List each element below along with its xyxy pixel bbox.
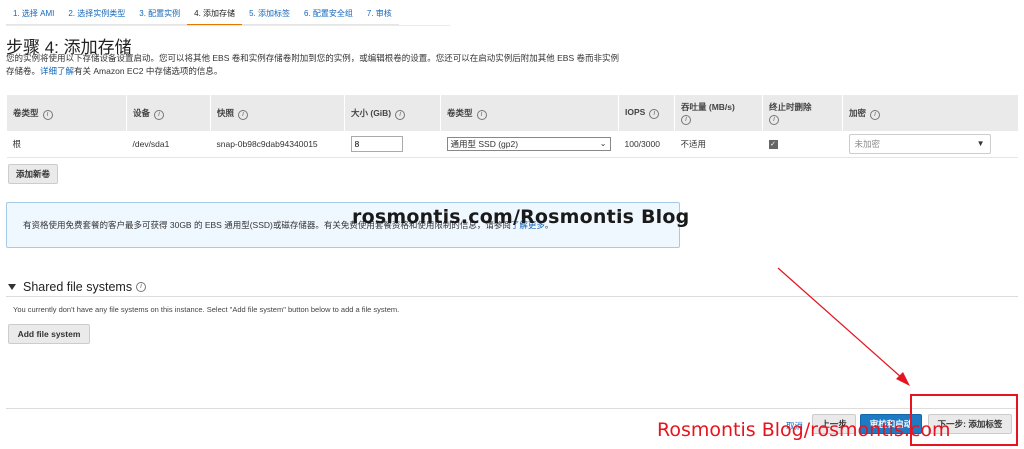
- header-device: 设备 i: [126, 95, 211, 131]
- watermark-bottom: Rosmontis Blog/rosmontis.com: [657, 419, 951, 441]
- shared-fs-header[interactable]: Shared file systems i: [8, 280, 147, 294]
- cell-ebs-type: 通用型 SSD (gp2) ⌄: [440, 131, 619, 158]
- wizard-steps: 1. 选择 AMI 2. 选择实例类型 3. 配置实例 4. 添加存储 5. 添…: [6, 4, 399, 26]
- size-input[interactable]: [350, 135, 403, 152]
- ebs-type-value: 通用型 SSD (gp2): [450, 138, 519, 149]
- header-iops: IOPS i: [618, 95, 675, 131]
- shared-fs-message: You currently don't have any file system…: [13, 305, 400, 314]
- header-size: 大小 (GiB) i: [344, 95, 441, 131]
- info-icon[interactable]: i: [870, 109, 881, 120]
- info-icon[interactable]: i: [681, 115, 691, 125]
- header-throughput: 吞吐量 (MB/s) i: [674, 95, 763, 131]
- info-icon[interactable]: i: [395, 109, 406, 120]
- shared-fs-title: Shared file systems: [23, 280, 133, 294]
- cell-device: /dev/sda1: [126, 131, 211, 158]
- learn-more-link[interactable]: 详细了解: [40, 66, 74, 76]
- cell-volume-type: 根: [6, 131, 127, 158]
- header-delete-on-termination: 终止时删除 i: [762, 95, 843, 131]
- description-line1: 您的实例将使用以下存储设备设置启动。您可以将其他 EBS 卷和实例存储卷附加到您…: [6, 53, 619, 63]
- info-icon[interactable]: i: [238, 109, 249, 120]
- table-header-row: 卷类型 i 设备 i 快照 i 大小 (GiB) i 卷类型 i IOPS i 吞吐量 (M…: [6, 95, 1018, 131]
- step-review[interactable]: 7. 审核: [359, 4, 399, 26]
- step-choose-ami[interactable]: 1. 选择 AMI: [6, 4, 62, 26]
- header-snapshot: 快照 i: [210, 95, 345, 131]
- info-icon[interactable]: i: [42, 109, 53, 120]
- step-add-storage[interactable]: 4. 添加存储: [187, 4, 243, 26]
- cell-snapshot: snap-0b98c9dab94340015: [210, 131, 345, 158]
- add-file-system-button[interactable]: Add file system: [8, 324, 90, 344]
- shared-fs-divider: [6, 296, 1018, 297]
- encryption-select[interactable]: 未加密 ▼: [848, 133, 991, 154]
- header-volume-type: 卷类型 i: [6, 95, 127, 131]
- storage-table: 卷类型 i 设备 i 快照 i 大小 (GiB) i 卷类型 i IOPS i 吞吐量 (M…: [6, 95, 1018, 158]
- collapse-triangle-icon: [8, 284, 16, 290]
- page-description: 您的实例将使用以下存储设备设置启动。您可以将其他 EBS 卷和实例存储卷附加到您…: [6, 52, 696, 78]
- add-volume-button[interactable]: 添加新卷: [8, 164, 58, 184]
- description-line2-prefix: 存储卷。: [6, 66, 41, 76]
- description-line2-suffix: 有关 Amazon EC2 中存储选项的信息。: [74, 66, 223, 76]
- step-choose-instance-type[interactable]: 2. 选择实例类型: [61, 4, 133, 26]
- cell-throughput: 不适用: [674, 131, 763, 158]
- cell-iops: 100/3000: [618, 131, 675, 158]
- cell-encryption: 未加密 ▼: [842, 131, 1018, 158]
- chevron-down-icon: ⌄: [599, 139, 607, 149]
- info-icon[interactable]: i: [476, 109, 487, 120]
- table-row: 根 /dev/sda1 snap-0b98c9dab94340015 通用型 S…: [6, 131, 1018, 158]
- encryption-value: 未加密: [854, 138, 881, 149]
- steps-divider: [6, 25, 450, 26]
- header-ebs-type: 卷类型 i: [440, 95, 619, 131]
- delete-on-termination-checkbox[interactable]: ✓: [768, 140, 778, 150]
- info-icon[interactable]: i: [154, 109, 165, 120]
- step-add-tags[interactable]: 5. 添加标签: [242, 4, 297, 26]
- info-icon[interactable]: i: [136, 282, 147, 292]
- header-encryption: 加密 i: [842, 95, 1018, 131]
- info-icon[interactable]: i: [649, 109, 660, 119]
- info-icon[interactable]: i: [769, 115, 779, 125]
- step-configure-security-group[interactable]: 6. 配置安全组: [296, 4, 360, 26]
- cell-size: [344, 131, 441, 158]
- ebs-type-select[interactable]: 通用型 SSD (gp2) ⌄: [446, 136, 611, 151]
- caret-down-icon: ▼: [976, 139, 985, 149]
- step-configure-instance[interactable]: 3. 配置实例: [132, 4, 188, 26]
- watermark-top: rosmontis.com/Rosmontis Blog: [352, 206, 690, 228]
- footer-divider: [6, 408, 1018, 409]
- cell-delete-on-termination: ✓: [762, 131, 843, 158]
